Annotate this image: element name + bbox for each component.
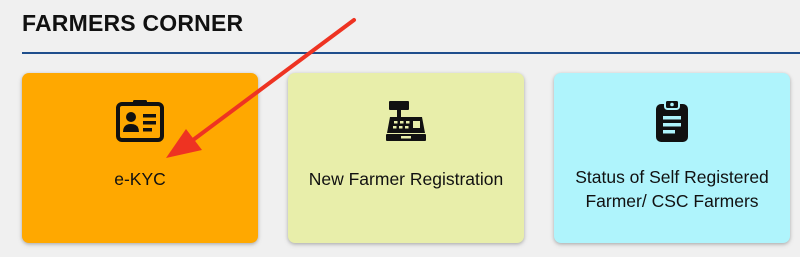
status-self-registered-label: Status of Self Registered Farmer/ CSC Fa… xyxy=(575,167,769,211)
clipboard-icon xyxy=(647,97,697,145)
cash-register-icon xyxy=(381,97,431,145)
farmers-corner-cards: e-KYC New Farmer Registration Status of … xyxy=(22,73,800,257)
new-farmer-registration-label: New Farmer Registration xyxy=(308,169,504,189)
ekyc-label: e-KYC xyxy=(114,169,166,189)
status-self-registered-card[interactable]: Status of Self Registered Farmer/ CSC Fa… xyxy=(554,73,790,243)
section-divider xyxy=(22,52,800,54)
section-title: FARMERS CORNER xyxy=(22,10,244,36)
id-card-icon xyxy=(115,97,165,145)
new-farmer-registration-card[interactable]: New Farmer Registration xyxy=(288,73,524,243)
ekyc-card[interactable]: e-KYC xyxy=(22,73,258,243)
